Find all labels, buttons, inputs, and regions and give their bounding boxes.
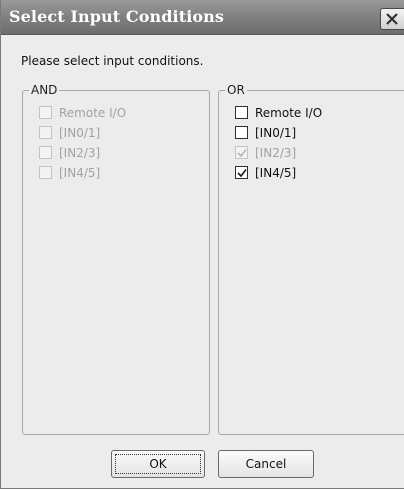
and-in0-1-label: [IN0/1]: [59, 126, 101, 140]
checkbox-box: [235, 146, 248, 159]
ok-button[interactable]: OK: [111, 450, 205, 478]
checkmark-icon: [237, 169, 247, 178]
checkbox-box: [235, 166, 248, 179]
and-in4-5-label: [IN4/5]: [59, 166, 101, 180]
checkbox-box: [39, 146, 52, 159]
checkbox-box: [39, 126, 52, 139]
ok-button-label: OK: [149, 457, 167, 471]
cancel-button-label: Cancel: [245, 457, 287, 471]
cancel-button[interactable]: Cancel: [218, 450, 314, 478]
close-icon: [386, 13, 398, 25]
checkmark-icon: [237, 149, 247, 158]
or-in2-3-label: [IN2/3]: [255, 146, 297, 160]
or-in0-1-label: [IN0/1]: [255, 126, 297, 140]
dialog-title: Select Input Conditions: [9, 7, 224, 26]
and-group: AND Remote I/O [IN0/1] [IN2/3] [IN4/5]: [22, 82, 210, 435]
title-bar[interactable]: Select Input Conditions: [1, 0, 404, 35]
or-group-label: OR: [225, 82, 247, 98]
checkbox-box: [39, 166, 52, 179]
and-remote-io-label: Remote I/O: [59, 106, 127, 120]
dialog-window: Select Input Conditions Please select in…: [0, 0, 404, 489]
or-in4-5-label: [IN4/5]: [255, 166, 297, 180]
checkbox-box: [235, 106, 248, 119]
and-in2-3-label: [IN2/3]: [59, 146, 101, 160]
checkbox-box: [235, 126, 248, 139]
checkbox-box: [39, 106, 52, 119]
and-group-label: AND: [29, 82, 60, 98]
or-remote-io-label: Remote I/O: [255, 106, 323, 120]
instruction-text: Please select input conditions.: [21, 54, 204, 68]
or-group: OR Remote I/O [IN0/1] [IN2/3] [IN4/5]: [218, 82, 404, 435]
close-button[interactable]: [380, 8, 404, 30]
